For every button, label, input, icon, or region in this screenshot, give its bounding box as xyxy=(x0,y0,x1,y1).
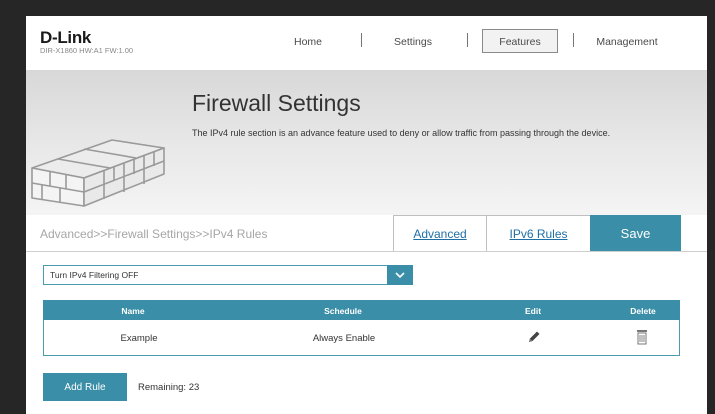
nav-features[interactable]: Features xyxy=(482,36,558,48)
column-header-schedule: Schedule xyxy=(324,306,362,316)
toolbar-divider xyxy=(26,251,707,252)
pencil-icon[interactable] xyxy=(527,330,541,344)
nav-settings[interactable]: Settings xyxy=(392,36,434,48)
nav-separator xyxy=(361,33,362,47)
column-header-delete: Delete xyxy=(630,306,656,316)
rule-name: Example xyxy=(120,333,158,344)
page-description: The IPv4 rule section is an advance feat… xyxy=(192,128,611,138)
ipv4-filtering-select-value: Turn IPv4 Filtering OFF xyxy=(50,270,139,280)
ipv4-filtering-select[interactable]: Turn IPv4 Filtering OFF xyxy=(43,265,396,285)
breadcrumb: Advanced>>Firewall Settings>>IPv4 Rules xyxy=(40,227,268,241)
save-button[interactable]: Save xyxy=(590,215,681,251)
remaining-count: Remaining: 23 xyxy=(138,382,200,393)
device-info: DIR-X1860 HW:A1 FW:1.00 xyxy=(40,46,134,55)
column-header-edit: Edit xyxy=(524,306,542,316)
page-banner: Firewall Settings The IPv4 rule section … xyxy=(26,70,707,218)
add-rule-button[interactable]: Add Rule xyxy=(43,373,127,401)
nav-separator xyxy=(467,33,468,47)
nav-home[interactable]: Home xyxy=(288,36,328,48)
trash-icon[interactable] xyxy=(636,329,648,345)
router-admin-page: D-Link DIR-X1860 HW:A1 FW:1.00 Home Sett… xyxy=(26,16,707,414)
nav-separator xyxy=(573,33,574,47)
ipv6-rules-link-button[interactable]: IPv6 Rules xyxy=(486,215,591,252)
dropdown-toggle[interactable] xyxy=(387,265,413,285)
column-header-name: Name xyxy=(121,306,145,316)
rules-table-header: Name Schedule Edit Delete xyxy=(43,300,680,320)
chevron-down-icon xyxy=(395,271,405,278)
brand-logo: D-Link xyxy=(40,28,92,47)
brick-wall-icon xyxy=(31,139,165,207)
advanced-link-button[interactable]: Advanced xyxy=(393,215,487,252)
nav-management[interactable]: Management xyxy=(594,36,660,48)
table-row: Example Always Enable xyxy=(43,320,680,356)
page-title: Firewall Settings xyxy=(192,90,361,116)
rule-schedule: Always Enable xyxy=(312,333,376,344)
